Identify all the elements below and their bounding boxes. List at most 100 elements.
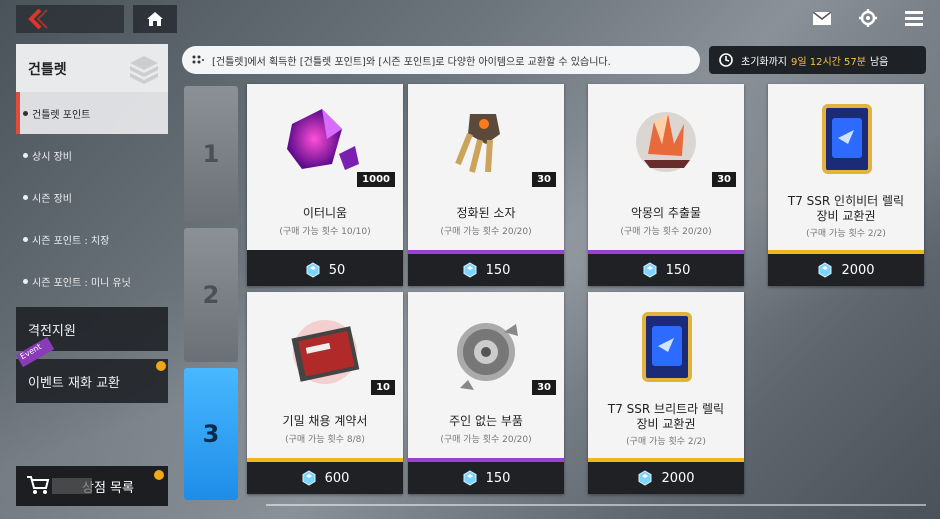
gem-icon (463, 262, 477, 278)
gem-icon (302, 470, 316, 486)
subnav-season-points-mini-unit[interactable]: 시즌 포인트 : 미니 유닛 (16, 260, 168, 302)
bullet-icon (23, 152, 28, 158)
menu-button[interactable] (904, 8, 924, 28)
subnav-label: 시즌 포인트 : 치장 (32, 235, 110, 247)
item-card[interactable]: 30 악몽의 추출물 (구매 가능 횟수 20/20) 150 (588, 84, 744, 286)
home-icon (147, 12, 163, 26)
cart-icon (27, 476, 50, 494)
back-arrow-icon (28, 9, 48, 29)
item-name-line1: 정화된 소자 (456, 206, 516, 220)
page-tab-3[interactable]: 3 (184, 368, 238, 500)
gem-icon (306, 262, 320, 278)
subnav-permanent-equipment[interactable]: 상시 장비 (16, 134, 168, 176)
scrollbar[interactable] (266, 504, 926, 506)
item-name: 주인 없는 부품 (408, 414, 564, 429)
category-event-exchange-label: 이벤트 재화 교환 (28, 375, 120, 391)
item-purchase-limit: (구매 가능 횟수 2/2) (626, 437, 706, 447)
item-name-line1: T7 SSR 인히비터 렐릭 (787, 194, 905, 208)
item-purchase-limit: (구매 가능 횟수 20/20) (440, 435, 532, 445)
category-gauntlet[interactable]: 건틀렛 (16, 44, 168, 92)
item-quantity: 30 (532, 172, 556, 187)
settings-button[interactable] (858, 8, 878, 28)
item-name-line1: 주인 없는 부품 (449, 414, 523, 428)
item-price-button[interactable]: 150 (408, 254, 564, 286)
category-gauntlet-label: 건틀렛 (28, 62, 67, 78)
item-purchase-limit: (구매 가능 횟수 20/20) (620, 227, 712, 237)
bullet-icon (23, 110, 28, 116)
item-purchase-limit: (구매 가능 횟수 8/8) (285, 435, 365, 445)
item-card[interactable]: 30 정화된 소자 (구매 가능 횟수 20/20) 150 (408, 84, 564, 286)
item-quantity: 10 (371, 380, 395, 395)
notification-dot (154, 470, 164, 480)
item-card[interactable]: T7 SSR 브리트라 렐릭 장비 교환권 (구매 가능 횟수 2/2) 2000 (588, 292, 744, 494)
item-price: 600 (324, 470, 350, 486)
subnav-season-points-cosmetic[interactable]: 시즌 포인트 : 치장 (16, 218, 168, 260)
item-price: 150 (485, 470, 511, 486)
item-name: T7 SSR 인히비터 렐릭 장비 교환권 (768, 194, 924, 224)
item-name-line1: 기밀 채용 계약서 (282, 414, 368, 428)
home-button[interactable] (133, 5, 177, 33)
item-quantity: 30 (532, 380, 556, 395)
item-name: 정화된 소자 (408, 206, 564, 221)
subnav-label: 시즌 장비 (32, 193, 72, 205)
item-name-line2: 장비 교환권 (816, 209, 876, 223)
item-price-button[interactable]: 150 (408, 462, 564, 494)
item-name: 악몽의 추출물 (588, 206, 744, 221)
timer-value: 9일 12시간 57분 (791, 56, 866, 68)
item-name: T7 SSR 브리트라 렐릭 장비 교환권 (588, 402, 744, 432)
mail-button[interactable] (812, 8, 832, 28)
reset-timer: 초기화까지 9일 12시간 57분 남음 (709, 46, 926, 74)
subnav-season-equipment[interactable]: 시즌 장비 (16, 176, 168, 218)
subnav-label: 상시 장비 (32, 151, 72, 163)
mail-icon (813, 11, 831, 25)
category-event-exchange[interactable]: 이벤트 재화 교환 (16, 359, 168, 403)
gear-icon (859, 9, 877, 27)
shop-list-button[interactable]: 상점 목록 (16, 466, 168, 506)
clock-icon (719, 53, 733, 67)
item-name-line1: 악몽의 추출물 (630, 206, 702, 220)
menu-icon (905, 10, 923, 26)
bullet-icon (23, 194, 28, 200)
item-name: 기밀 채용 계약서 (247, 414, 403, 429)
item-card[interactable]: T7 SSR 인히비터 렐릭 장비 교환권 (구매 가능 횟수 2/2) 2000 (768, 84, 924, 286)
item-card[interactable]: 30 주인 없는 부품 (구매 가능 횟수 20/20) 150 (408, 292, 564, 494)
item-price-button[interactable]: 150 (588, 254, 744, 286)
back-button[interactable] (16, 5, 124, 33)
item-purchase-limit: (구매 가능 횟수 2/2) (806, 229, 886, 239)
timer-suffix: 남음 (869, 56, 889, 68)
gem-icon (818, 262, 832, 278)
page-tab-label: 1 (202, 140, 220, 168)
subnav-gauntlet-points[interactable]: 건틀렛 포인트 (16, 92, 168, 134)
item-price: 50 (328, 262, 346, 278)
item-purchase-limit: (구매 가능 횟수 20/20) (440, 227, 532, 237)
notice-text: [건틀렛]에서 획득한 [건틀렛 포인트]와 [시즌 포인트]로 다양한 아이템… (212, 56, 611, 68)
item-name-line1: 이터니움 (302, 206, 348, 220)
dots-icon (192, 55, 204, 64)
item-price: 150 (485, 262, 511, 278)
item-name-line2: 장비 교환권 (636, 417, 696, 431)
bullet-icon (23, 236, 28, 242)
timer-prefix: 초기화까지 (741, 56, 787, 68)
item-purchase-limit: (구매 가능 횟수 10/10) (279, 227, 371, 237)
item-name: 이터니움 (247, 206, 403, 221)
gem-icon (463, 470, 477, 486)
page-tab-label: 2 (202, 281, 220, 309)
cube-icon (130, 56, 158, 84)
item-card[interactable]: 10 기밀 채용 계약서 (구매 가능 횟수 8/8) 600 (247, 292, 403, 494)
page-tab-1[interactable]: 1 (184, 86, 238, 222)
page-tab-2[interactable]: 2 (184, 228, 238, 362)
item-price-button[interactable]: 50 (247, 254, 403, 286)
item-price: 150 (665, 262, 691, 278)
gem-icon (643, 262, 657, 278)
item-price: 2000 (661, 470, 695, 486)
bullet-icon (23, 278, 28, 284)
item-image (768, 84, 924, 194)
item-name-line1: T7 SSR 브리트라 렐릭 (607, 402, 725, 416)
item-price-button[interactable]: 2000 (588, 462, 744, 494)
item-price-button[interactable]: 2000 (768, 254, 924, 286)
item-price-button[interactable]: 600 (247, 462, 403, 494)
item-card[interactable]: 1000 이터니움 (구매 가능 횟수 10/10) 50 (247, 84, 403, 286)
subnav-label: 건틀렛 포인트 (32, 109, 91, 121)
gem-icon (638, 470, 652, 486)
notification-dot (156, 361, 166, 371)
